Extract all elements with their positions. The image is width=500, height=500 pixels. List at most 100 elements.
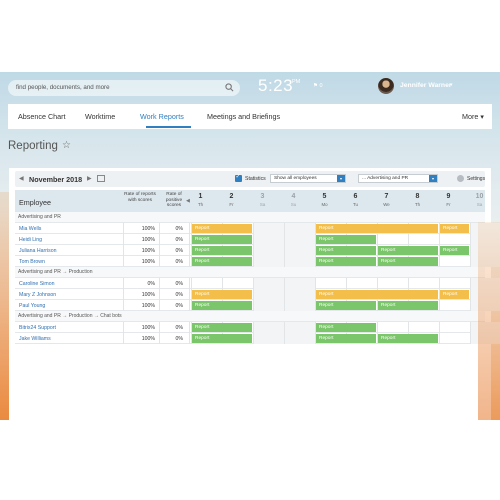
report-bar[interactable]: Report xyxy=(192,257,252,266)
weekend-cell xyxy=(284,322,315,333)
rate-reports-value: 100% xyxy=(141,324,155,331)
report-bar[interactable]: Report xyxy=(192,224,252,233)
report-bar[interactable]: Report xyxy=(316,334,376,343)
report-bar[interactable]: Report xyxy=(316,257,376,266)
grid-divider xyxy=(189,256,190,267)
employees-select[interactable]: Show all employees ▾ xyxy=(270,174,346,183)
month-label: November 2018 xyxy=(29,175,83,184)
table-row: Bitrix24 Support 100% 0% Report Report xyxy=(15,322,500,333)
grid-divider xyxy=(123,278,124,289)
more-menu[interactable]: More ▾ xyxy=(462,112,484,121)
day-number: 10 xyxy=(475,193,484,200)
employee-name-link[interactable]: Heidi Ling xyxy=(19,237,42,243)
report-bar[interactable]: Report xyxy=(316,290,438,299)
employee-name-link[interactable]: Bitrix24 Support xyxy=(19,325,56,331)
group-header-row: Advertising and PR → Production → Chat b… xyxy=(15,311,485,322)
employee-name-link[interactable]: Jake Williams xyxy=(19,336,51,342)
employee-name-link[interactable]: Tom Brown xyxy=(19,259,45,265)
report-bar[interactable]: Report xyxy=(316,301,376,310)
report-bar[interactable]: Report xyxy=(378,334,438,343)
rate-positive-value: 0% xyxy=(175,236,184,243)
grid-divider xyxy=(284,245,285,256)
day-name: Sa xyxy=(476,202,483,207)
report-bar[interactable]: Report xyxy=(316,224,438,233)
employee-name-link[interactable]: Mary Z Johnson xyxy=(19,292,56,298)
report-bar[interactable]: Report xyxy=(316,235,376,244)
department-select[interactable]: ... Advertising and PR ▾ xyxy=(358,174,438,183)
chevron-down-icon[interactable]: ▾ xyxy=(450,82,453,88)
grid-divider xyxy=(253,256,254,267)
day-name: Su xyxy=(290,202,297,207)
group-header-row: Advertising and PR xyxy=(15,212,485,223)
day-number: 8 xyxy=(415,193,420,200)
grid-divider xyxy=(346,278,347,289)
calendar-icon[interactable] xyxy=(97,175,105,182)
rate-positive-value: 0% xyxy=(175,258,184,265)
report-bar[interactable]: Report xyxy=(378,301,438,310)
weekend-cell xyxy=(284,223,315,234)
rate-positive-value: 0% xyxy=(175,302,184,309)
flag-counter[interactable]: ⚑ 0 xyxy=(313,83,323,89)
weekend-cell xyxy=(284,300,315,311)
report-bar[interactable]: Report xyxy=(192,290,252,299)
table-row: Tom Brown 100% 0% Report Report Report xyxy=(15,256,500,267)
day-name: Fr xyxy=(229,202,234,207)
weekend-cell xyxy=(253,234,284,245)
tab-worktime[interactable]: Worktime xyxy=(85,112,115,121)
day-header: 1 Th xyxy=(185,193,216,207)
weekend-cell xyxy=(284,234,315,245)
table-row: Mary Z Johnson 100% 0% Report Report Report xyxy=(15,289,500,300)
rate-reports-value: 100% xyxy=(141,236,155,243)
employee-name-link[interactable]: Mia Wells xyxy=(19,226,41,232)
report-bar[interactable]: Report xyxy=(192,334,252,343)
report-bar[interactable]: Report xyxy=(192,301,252,310)
background: find people, documents, and more 5:23 PM… xyxy=(0,72,500,420)
settings-link[interactable]: Settings xyxy=(467,176,485,182)
search-input[interactable]: find people, documents, and more xyxy=(16,84,110,91)
grid-divider xyxy=(439,333,440,344)
clock-ampm: PM xyxy=(292,79,301,85)
report-bar[interactable]: Report xyxy=(192,323,252,332)
weekend-cell xyxy=(470,300,500,311)
report-bar[interactable]: Report xyxy=(440,290,469,299)
employee-name-link[interactable]: Juliana Harrison xyxy=(19,248,56,254)
grid-divider xyxy=(284,223,285,234)
clock-time[interactable]: 5:23 xyxy=(258,76,293,96)
gear-icon[interactable] xyxy=(457,175,464,182)
group-label: Advertising and PR → Production → Chat b… xyxy=(18,313,122,319)
tab-work-reports[interactable]: Work Reports xyxy=(140,112,184,121)
report-bar[interactable]: Report xyxy=(378,246,438,255)
day-header: 5 Mo xyxy=(309,193,340,207)
employees-select-value: Show all employees xyxy=(274,176,317,181)
report-bar[interactable]: Report xyxy=(440,246,469,255)
employee-name-link[interactable]: Caroline Simon xyxy=(19,281,54,287)
report-bar[interactable]: Report xyxy=(316,323,376,332)
weekend-cell xyxy=(253,289,284,300)
user-name[interactable]: Jennifer Warner xyxy=(400,82,452,89)
day-name: Fr xyxy=(446,202,451,207)
tab-absence-chart[interactable]: Absence Chart xyxy=(18,112,66,121)
report-bar[interactable]: Report xyxy=(440,224,469,233)
grid-divider xyxy=(470,234,471,245)
grid-divider xyxy=(189,245,190,256)
next-month-icon[interactable]: ▶ xyxy=(87,175,92,182)
tab-meetings-briefings[interactable]: Meetings and Briefings xyxy=(207,112,280,121)
report-bar[interactable]: Report xyxy=(316,246,376,255)
report-bar[interactable]: Report xyxy=(192,246,252,255)
prev-month-icon[interactable]: ◀ xyxy=(19,175,24,182)
report-bar[interactable]: Report xyxy=(192,235,252,244)
day-number: 9 xyxy=(446,193,451,200)
grid-divider xyxy=(253,223,254,234)
statistics-checkbox[interactable] xyxy=(235,173,242,182)
weekend-cell xyxy=(253,333,284,344)
search-icon[interactable] xyxy=(225,83,234,92)
rate-positive-value: 0% xyxy=(175,247,184,254)
grid-divider xyxy=(470,300,471,311)
avatar[interactable] xyxy=(378,78,394,94)
grid-divider xyxy=(284,322,285,333)
grid-divider xyxy=(439,234,440,245)
favorite-star-icon[interactable]: ☆ xyxy=(62,140,71,151)
search-bar[interactable]: find people, documents, and more xyxy=(8,80,240,96)
report-bar[interactable]: Report xyxy=(378,257,438,266)
employee-name-link[interactable]: Paul Young xyxy=(19,303,45,309)
